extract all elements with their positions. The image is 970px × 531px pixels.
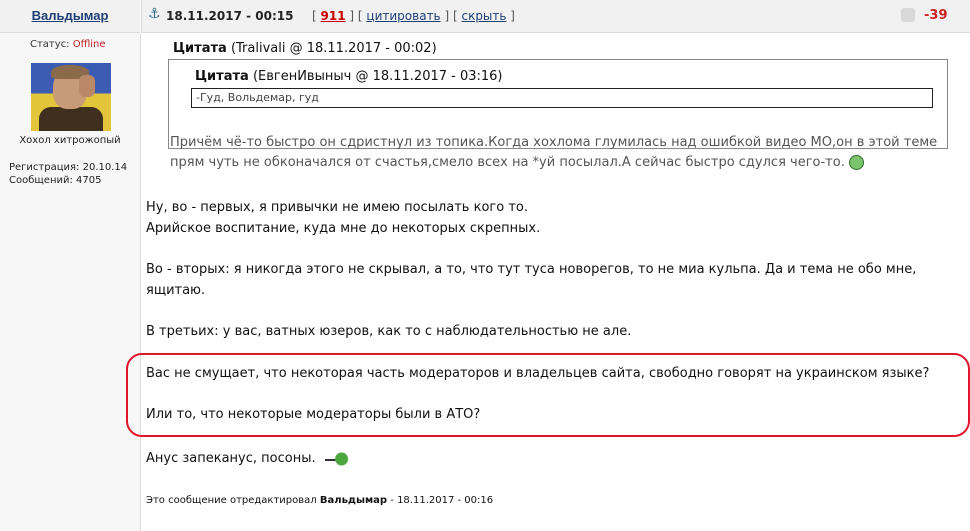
- editor-name: Вальдымар: [319, 495, 388, 506]
- post-header: ⚓ 18.11.2017 - 00:15 [ 911 ] [ цитироват…: [141, 0, 970, 33]
- post-author-header: Вальдымар: [0, 0, 140, 33]
- rating-vote-icon[interactable]: [901, 8, 915, 22]
- post-links: [ 911 ] [ цитировать ] [ скрыть ]: [312, 9, 515, 23]
- nested-quote-box: -Гуд, Вольдемар, гуд: [191, 88, 933, 108]
- paragraph-6: Анус запеканус, посоны.: [146, 448, 350, 469]
- paragraph-4: Вас не смущает, что некоторая часть моде…: [146, 366, 930, 381]
- message-count: Сообщений: 4705: [9, 175, 102, 186]
- paragraph-5: Или то, что некоторые модераторы были в …: [146, 407, 481, 422]
- rating-value: -39: [924, 8, 948, 23]
- quote-header: Цитата (Tralivali @ 18.11.2017 - 00:02): [173, 41, 437, 56]
- paragraph-3: В третьих: у вас, ватных юзеров, как то …: [146, 324, 632, 339]
- avatar: [31, 63, 111, 131]
- quote-button[interactable]: цитировать: [366, 9, 440, 23]
- post-date: 18.11.2017 - 00:15: [166, 9, 294, 23]
- smiley-icon: [848, 155, 864, 170]
- hide-button[interactable]: скрыть: [461, 9, 506, 23]
- smiley-gun-icon: [321, 450, 350, 467]
- paragraph-1: Ну, во - первых, я привычки не имею посы…: [146, 200, 541, 236]
- status-value: Offline: [72, 39, 106, 50]
- user-meta: Регистрация: 20.10.14 Сообщений: 4705: [9, 161, 127, 187]
- registration-date: Регистрация: 20.10.14: [9, 162, 128, 173]
- user-title: Хохол хитрожопый: [19, 135, 121, 146]
- quote-text: Причём чё-то быстро он сдристнул из топи…: [170, 135, 938, 170]
- paragraph-2: Во - вторых: я никогда этого не скрывал,…: [146, 262, 917, 298]
- anchor-icon[interactable]: ⚓: [148, 6, 161, 22]
- user-status: Статус: Offline: [30, 39, 106, 50]
- post-number-link[interactable]: 911: [321, 9, 346, 23]
- user-sidebar: Статус: Offline Хохол хитрожопый Регистр…: [0, 33, 141, 531]
- edit-note: Это сообщение отредактировал Вальдымар -…: [146, 495, 494, 506]
- nested-quote-header: Цитата (ЕвгенИвыныч @ 18.11.2017 - 03:16…: [195, 69, 503, 84]
- author-link[interactable]: Вальдымар: [0, 8, 140, 23]
